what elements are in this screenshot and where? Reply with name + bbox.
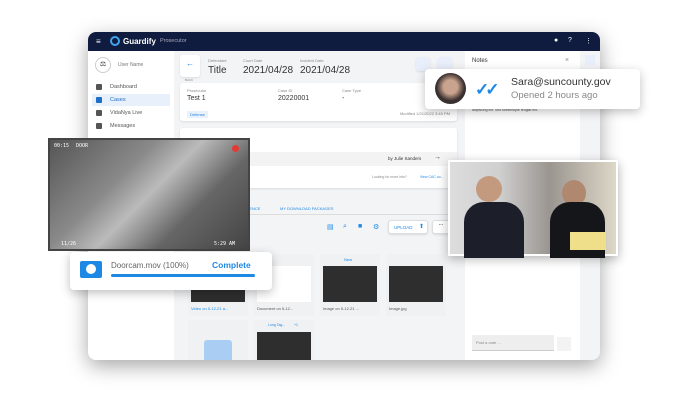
upload-icon: ⬆ <box>419 224 425 230</box>
back-label: BACK <box>185 78 194 82</box>
interview-photo <box>448 160 618 258</box>
grid-view-icon[interactable]: ▤ <box>327 223 334 231</box>
notes-toggle-icon[interactable] <box>585 55 595 65</box>
sidebar-item-cases[interactable]: Cases <box>92 94 170 106</box>
incident-date-value: 2021/04/28 <box>300 65 351 76</box>
upload-button[interactable]: UPLOAD ⬆ <box>388 220 428 234</box>
sidebar-label: VidaNya Live <box>110 110 143 116</box>
file-tile[interactable]: Image.jpg <box>386 254 446 316</box>
progress-fill <box>111 274 255 277</box>
tab-download-packages[interactable]: MY DOWNLOAD PACKAGES <box>280 206 333 211</box>
back-button[interactable]: ← <box>180 55 200 77</box>
scales-icon: ⚖ <box>95 57 111 73</box>
sidebar-label: Cases <box>110 97 126 103</box>
notes-title: Notes <box>472 58 488 64</box>
email-status: Opened 2 hours ago <box>511 90 598 101</box>
folder-tile[interactable] <box>188 320 248 360</box>
video-date: 11/26 <box>61 241 77 247</box>
case-id-label: Case ID <box>278 88 293 93</box>
chat-icon <box>96 123 102 129</box>
court-date-label: Court Date <box>243 58 263 63</box>
tag-badge: Long Tag... <box>268 323 286 327</box>
more-info-text: Looking for more info? <box>372 175 407 179</box>
arrow-right-icon[interactable]: → <box>434 154 441 161</box>
image-thumbnail <box>323 266 377 302</box>
sidebar-item-messages[interactable]: Messages <box>92 120 170 132</box>
gear-icon[interactable]: ⚙ <box>373 223 379 231</box>
video-icon <box>96 110 102 116</box>
doorcam-video[interactable]: 00:15 DOOR 11/26 5:29 AM <box>48 138 250 251</box>
upload-status: Complete <box>212 260 251 270</box>
note-placeholder: Post a note ... <box>476 340 501 345</box>
upload-progress-card: Doorcam.mov (100%) Complete <box>70 252 272 290</box>
file-tile[interactable]: New Image on 5-12-21 ... <box>320 254 380 316</box>
thumbnail <box>257 332 311 360</box>
arrow-left-icon: ← <box>186 59 194 68</box>
file-name: Image on 5-12-21 ... <box>323 306 360 311</box>
video-time: 00:15 <box>54 143 70 149</box>
case-type-value: - <box>342 95 345 102</box>
file-tile[interactable]: Long Tag... +1 <box>254 320 314 360</box>
brand-name: Guardify <box>123 37 156 46</box>
video-file-icon <box>80 261 102 278</box>
folder-icon[interactable]: ■ <box>358 223 362 230</box>
prosecutor-value: Test 1 <box>187 95 206 102</box>
top-bar: ≡ Guardify Prosecutor ● ? ⋮ <box>88 32 600 51</box>
record-icon <box>232 145 239 152</box>
view-cac-link[interactable]: View CAC co... <box>420 175 443 179</box>
image-thumbnail <box>389 266 443 302</box>
incident-date-label: Incident Date <box>300 58 324 63</box>
sidebar-item-live[interactable]: VidaNya Live <box>92 107 170 119</box>
modified-time: Modified 1/21/2022 3:45 PM <box>399 111 450 116</box>
folder-icon <box>96 97 102 103</box>
dashboard-icon <box>96 84 102 90</box>
upload-label: UPLOAD <box>394 225 413 230</box>
sidebar-label: Dashboard <box>110 84 137 90</box>
menu-icon[interactable]: ≡ <box>96 37 101 46</box>
prosecutor-label: Prosecutor <box>187 88 207 93</box>
more-icon[interactable]: ⋮ <box>585 37 592 45</box>
email-opened-card: ✓✓ Sara@suncounty.gov Opened 2 hours ago <box>425 69 640 109</box>
upload-progress-bar <box>111 274 255 277</box>
new-badge: New <box>344 257 353 262</box>
upload-file-name: Doorcam.mov (100%) <box>111 261 189 270</box>
case-type-label: Case Type <box>342 88 362 93</box>
file-name: Video on 5-12-21 a... <box>191 306 229 311</box>
video-clock: 5:29 AM <box>214 241 236 247</box>
user-name: User Name <box>118 62 144 68</box>
help-icon[interactable]: ? <box>568 37 572 44</box>
search-icon[interactable]: ⌕ <box>343 223 347 231</box>
more-label: ... <box>438 221 444 227</box>
double-check-icon: ✓✓ <box>475 80 499 99</box>
case-info-card: Prosecutor Test 1 Case ID 20220001 Case … <box>180 83 457 121</box>
paper <box>570 232 606 250</box>
bell-icon[interactable]: ● <box>554 37 558 44</box>
avatar <box>435 73 466 104</box>
activity-author: by Julie Sanders <box>388 156 422 161</box>
file-name: Image.jpg <box>389 306 407 311</box>
sidebar-label: Messages <box>110 123 136 129</box>
guardify-logo-icon <box>110 36 120 46</box>
post-note-button[interactable] <box>557 337 571 351</box>
video-label: DOOR <box>76 143 89 149</box>
defendant-label: Defendant <box>208 58 227 63</box>
file-name: Document on 5-12... <box>257 306 294 311</box>
note-input[interactable]: Post a note ... <box>472 335 554 351</box>
module-name: Prosecutor <box>160 38 187 44</box>
tag-count: +1 <box>294 323 298 327</box>
email-address: Sara@suncounty.gov <box>511 76 611 88</box>
officer-body <box>464 202 524 258</box>
folder-icon <box>204 340 232 360</box>
defense-tag[interactable]: Defense <box>187 111 208 118</box>
sidebar-item-dashboard[interactable]: Dashboard <box>92 81 170 93</box>
court-date-value: 2021/04/28 <box>243 65 294 76</box>
close-icon[interactable]: × <box>565 57 569 64</box>
officer-figure <box>476 176 502 202</box>
case-id-value: 20220001 <box>278 95 310 102</box>
defendant-value: Title <box>208 65 227 76</box>
